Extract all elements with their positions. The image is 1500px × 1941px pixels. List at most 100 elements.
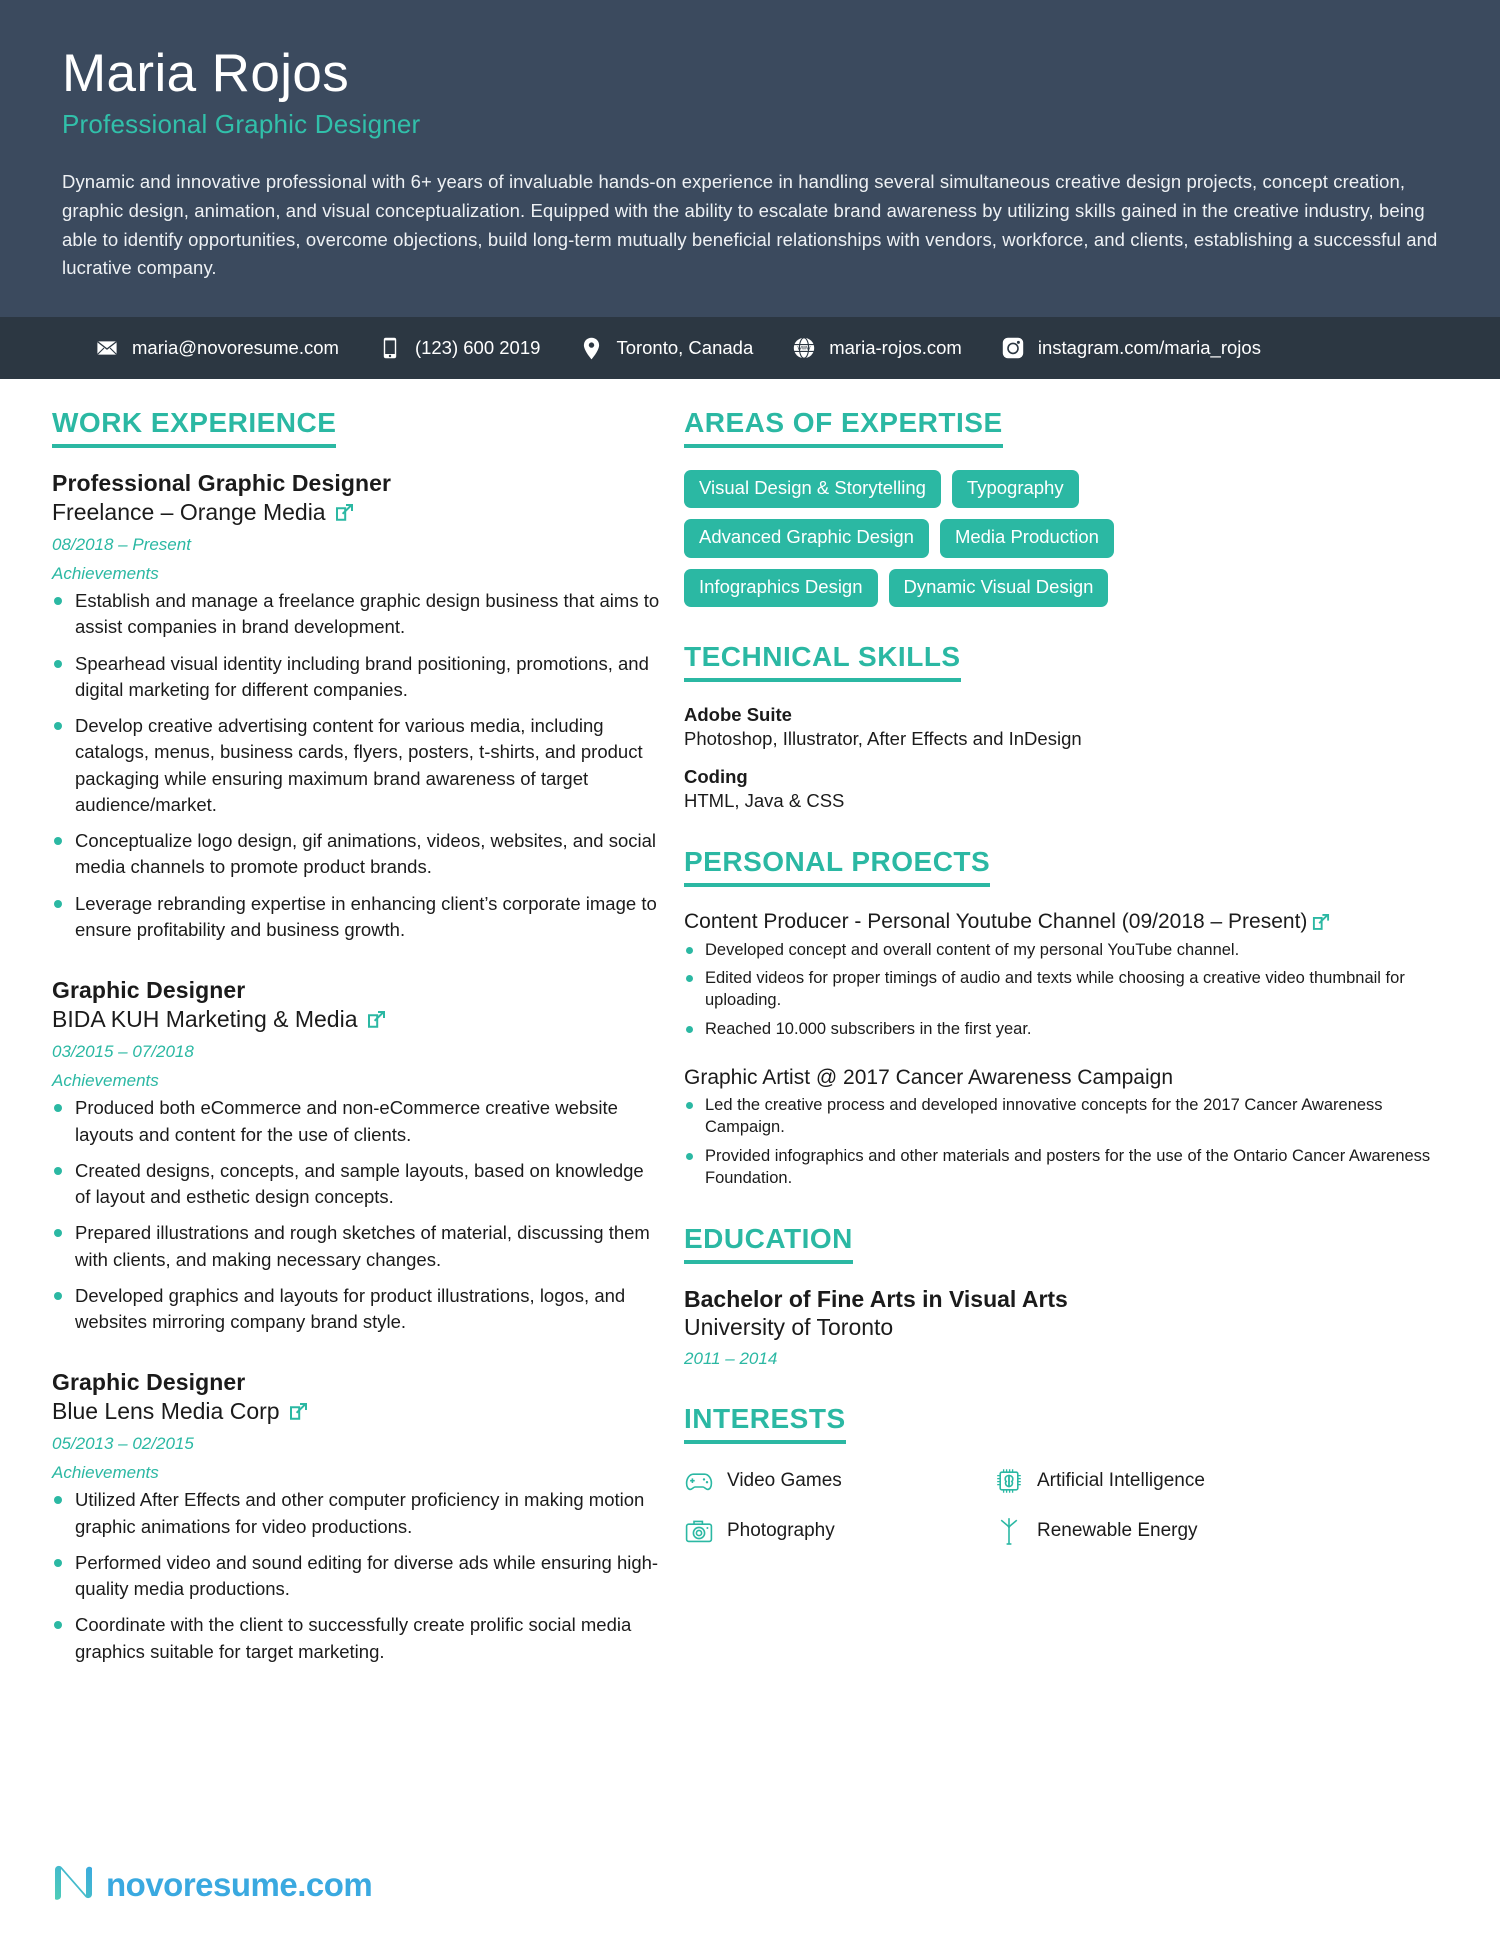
skill-group-name: Adobe Suite — [684, 704, 792, 726]
expertise-tag[interactable]: Dynamic Visual Design — [888, 568, 1109, 608]
list-item: Provided infographics and other material… — [684, 1146, 1460, 1190]
job-achievements-list: Utilized After Effects and other compute… — [52, 1487, 660, 1665]
job-title: Professional Graphic Designer — [52, 470, 392, 497]
project-entry: Graphic Artist @ 2017 Cancer Awareness C… — [684, 1065, 1460, 1190]
job-dates: 05/2013 – 02/2015 — [52, 1434, 194, 1454]
job-achievements-list: Establish and manage a freelance graphic… — [52, 588, 660, 943]
skill-group: Adobe Suite Photoshop, Illustrator, Afte… — [684, 704, 1460, 750]
section-heading-interests: INTERESTS — [684, 1403, 846, 1445]
section-heading-personal-projects: PERSONAL PROECTS — [684, 846, 991, 888]
contact-website[interactable]: www maria-rojos.com — [791, 335, 962, 361]
job-company: BIDA KUH Marketing & Media — [52, 1006, 660, 1033]
interest-label: Photography — [727, 1520, 835, 1542]
globe-www-icon: www — [791, 335, 817, 361]
list-item: Develop creative advertising content for… — [52, 713, 660, 818]
contact-phone[interactable]: (123) 600 2019 — [377, 335, 541, 361]
novoresume-logo-text: novoresume.com — [106, 1865, 373, 1903]
left-column: WORK EXPERIENCE Professional Graphic Des… — [0, 407, 660, 1699]
contact-instagram[interactable]: instagram.com/maria_rojos — [1000, 335, 1261, 361]
novoresume-footer-logo[interactable]: novoresume.com — [52, 1862, 373, 1907]
skill-group-name: Coding — [684, 766, 748, 788]
section-personal-projects: PERSONAL PROECTS Content Producer - Pers… — [684, 846, 1460, 1189]
achievements-label: Achievements — [52, 1071, 159, 1091]
achievements-label: Achievements — [52, 564, 159, 584]
education-dates: 2011 – 2014 — [684, 1349, 778, 1369]
section-areas-of-expertise-header: AREAS OF EXPERTISE — [684, 407, 1460, 449]
contact-location-text: Toronto, Canada — [616, 337, 754, 359]
list-item: Developed graphics and layouts for produ… — [52, 1283, 660, 1336]
expertise-tag[interactable]: Typography — [951, 470, 1079, 509]
interest-item-photography: Photography — [684, 1516, 984, 1546]
external-link-icon[interactable] — [367, 1010, 386, 1029]
list-item: Utilized After Effects and other compute… — [52, 1487, 660, 1540]
job-title-subtitle: Professional Graphic Designer — [62, 109, 421, 140]
list-item: Performed video and sound editing for di… — [52, 1550, 660, 1603]
gamepad-icon — [684, 1466, 714, 1496]
external-link-icon[interactable] — [1312, 913, 1330, 931]
location-pin-icon — [578, 335, 604, 361]
expertise-tag[interactable]: Visual Design & Storytelling — [684, 470, 941, 509]
section-heading-technical-skills: TECHNICAL SKILLS — [684, 641, 961, 683]
list-item: Conceptualize logo design, gif animation… — [52, 828, 660, 881]
job-entry: Professional Graphic Designer Freelance … — [52, 470, 660, 943]
list-item: Edited videos for proper timings of audi… — [684, 968, 1460, 1012]
external-link-icon[interactable] — [335, 503, 354, 522]
contact-phone-text: (123) 600 2019 — [414, 337, 541, 359]
section-education-header: EDUCATION — [684, 1223, 1460, 1265]
section-areas-of-expertise: AREAS OF EXPERTISE Visual Design & Story… — [684, 407, 1460, 608]
interest-label: Artificial Intelligence — [1037, 1470, 1205, 1492]
job-dates: 08/2018 – Present — [52, 535, 191, 555]
list-item: Coordinate with the client to successful… — [52, 1612, 660, 1665]
project-title-wrap: Graphic Artist @ 2017 Cancer Awareness C… — [684, 1065, 1460, 1091]
list-item: Produced both eCommerce and non-eCommerc… — [52, 1095, 660, 1148]
section-technical-skills: TECHNICAL SKILLS Adobe Suite Photoshop, … — [684, 641, 1460, 812]
section-interests-header: INTERESTS — [684, 1403, 1460, 1445]
resume-page: Maria Rojos Professional Graphic Designe… — [0, 0, 1500, 1941]
job-title: Graphic Designer — [52, 1369, 246, 1396]
contact-email[interactable]: maria@novoresume.com — [94, 335, 339, 361]
project-title: Content Producer - Personal Youtube Chan… — [684, 910, 1308, 934]
job-dates: 03/2015 – 07/2018 — [52, 1042, 194, 1062]
ai-chip-brain-icon — [994, 1466, 1024, 1496]
list-item: Establish and manage a freelance graphic… — [52, 588, 660, 641]
contact-bar: maria@novoresume.com (123) 600 2019 Toro… — [0, 317, 1500, 380]
contact-email-text: maria@novoresume.com — [132, 337, 339, 359]
job-company-name: BIDA KUH Marketing & Media — [52, 1006, 358, 1033]
job-achievements-list: Produced both eCommerce and non-eCommerc… — [52, 1095, 660, 1335]
project-bullets: Developed concept and overall content of… — [684, 940, 1460, 1041]
project-title: Graphic Artist @ 2017 Cancer Awareness C… — [684, 1065, 1174, 1089]
section-technical-skills-header: TECHNICAL SKILLS — [684, 641, 1460, 683]
list-item: Prepared illustrations and rough sketche… — [52, 1220, 660, 1273]
interest-item-artificial-intelligence: Artificial Intelligence — [994, 1466, 1294, 1496]
camera-icon — [684, 1516, 714, 1546]
contact-instagram-text: instagram.com/maria_rojos — [1037, 337, 1261, 359]
expertise-tag[interactable]: Infographics Design — [684, 568, 878, 608]
page-title: Maria Rojos — [62, 44, 350, 103]
interest-item-renewable-energy: Renewable Energy — [994, 1516, 1294, 1546]
wind-turbine-icon — [994, 1516, 1024, 1546]
expertise-tag[interactable]: Media Production — [939, 519, 1114, 558]
right-column: AREAS OF EXPERTISE Visual Design & Story… — [660, 407, 1500, 1699]
novoresume-n-icon — [52, 1862, 96, 1907]
skill-group-items: Photoshop, Illustrator, After Effects an… — [684, 728, 1082, 750]
job-company: Blue Lens Media Corp — [52, 1398, 660, 1425]
expertise-tag-list: Visual Design & Storytelling Typography … — [684, 470, 1114, 608]
job-entry: Graphic Designer BIDA KUH Marketing & Me… — [52, 977, 660, 1335]
list-item: Spearhead visual identity including bran… — [52, 651, 660, 704]
project-bullets: Led the creative process and developed i… — [684, 1095, 1460, 1189]
resume-header: Maria Rojos Professional Graphic Designe… — [0, 0, 1500, 318]
list-item: Led the creative process and developed i… — [684, 1095, 1460, 1139]
project-entry: Content Producer - Personal Youtube Chan… — [684, 909, 1460, 1041]
section-education: EDUCATION Bachelor of Fine Arts in Visua… — [684, 1223, 1460, 1369]
section-heading-education: EDUCATION — [684, 1223, 853, 1265]
list-item: Reached 10.000 subscribers in the first … — [684, 1019, 1460, 1041]
expertise-tag[interactable]: Advanced Graphic Design — [684, 519, 929, 558]
section-heading-work-experience: WORK EXPERIENCE — [52, 407, 337, 449]
section-interests: INTERESTS Video Games Artificial Intelli… — [684, 1403, 1460, 1546]
external-link-icon[interactable] — [289, 1402, 308, 1421]
resume-body: WORK EXPERIENCE Professional Graphic Des… — [0, 379, 1500, 1699]
education-degree: Bachelor of Fine Arts in Visual Arts — [684, 1286, 1068, 1313]
interest-label: Renewable Energy — [1037, 1520, 1198, 1542]
interest-item-video-games: Video Games — [684, 1466, 984, 1496]
contact-location[interactable]: Toronto, Canada — [578, 335, 753, 361]
